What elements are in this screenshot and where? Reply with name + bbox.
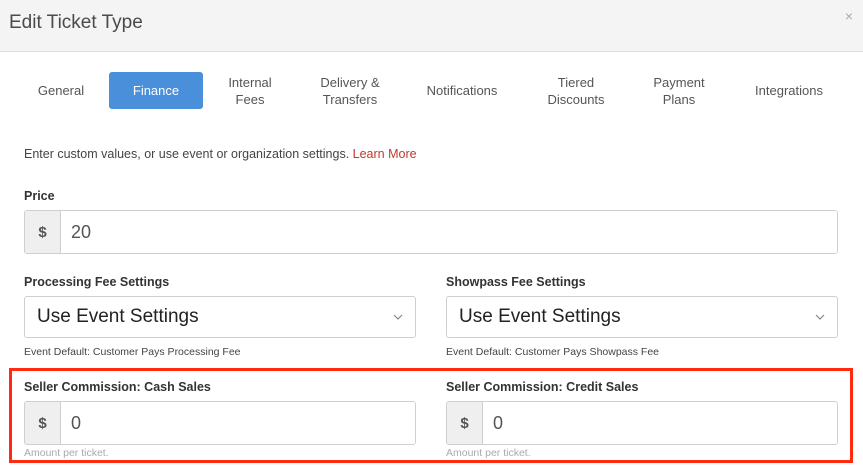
- price-label: Price: [24, 189, 55, 203]
- tab-integrations[interactable]: Integrations: [745, 72, 833, 109]
- modal-title: Edit Ticket Type: [9, 12, 143, 33]
- processing-fee-help: Event Default: Customer Pays Processing …: [24, 346, 241, 358]
- intro-text: Enter custom values, or use event or org…: [24, 147, 417, 161]
- chevron-down-icon: [393, 311, 403, 323]
- commission-highlight-box: [9, 368, 853, 463]
- processing-fee-select[interactable]: Use Event Settings: [24, 296, 416, 338]
- price-input[interactable]: [61, 211, 837, 253]
- tab-delivery-transfers[interactable]: Delivery & Transfers: [305, 72, 395, 109]
- processing-fee-label: Processing Fee Settings: [24, 275, 170, 289]
- tab-finance[interactable]: Finance: [109, 72, 203, 109]
- intro-message: Enter custom values, or use event or org…: [24, 147, 350, 161]
- tab-payment-plans[interactable]: Payment Plans: [640, 72, 718, 109]
- modal-header: Edit Ticket Type ×: [0, 0, 863, 52]
- showpass-fee-label: Showpass Fee Settings: [446, 275, 586, 289]
- tab-tiered-discounts[interactable]: Tiered Discounts: [536, 72, 616, 109]
- processing-fee-value: Use Event Settings: [37, 306, 199, 327]
- showpass-fee-value: Use Event Settings: [459, 306, 621, 327]
- price-input-group: $: [24, 210, 838, 254]
- tab-internal-fees[interactable]: Internal Fees: [214, 72, 286, 109]
- showpass-fee-select[interactable]: Use Event Settings: [446, 296, 838, 338]
- learn-more-link[interactable]: Learn More: [353, 147, 417, 161]
- price-currency-addon: $: [25, 211, 61, 253]
- tab-general[interactable]: General: [24, 72, 98, 109]
- showpass-fee-help: Event Default: Customer Pays Showpass Fe…: [446, 346, 660, 358]
- tab-notifications[interactable]: Notifications: [418, 72, 506, 109]
- chevron-down-icon: [815, 311, 825, 323]
- close-icon[interactable]: ×: [845, 8, 853, 24]
